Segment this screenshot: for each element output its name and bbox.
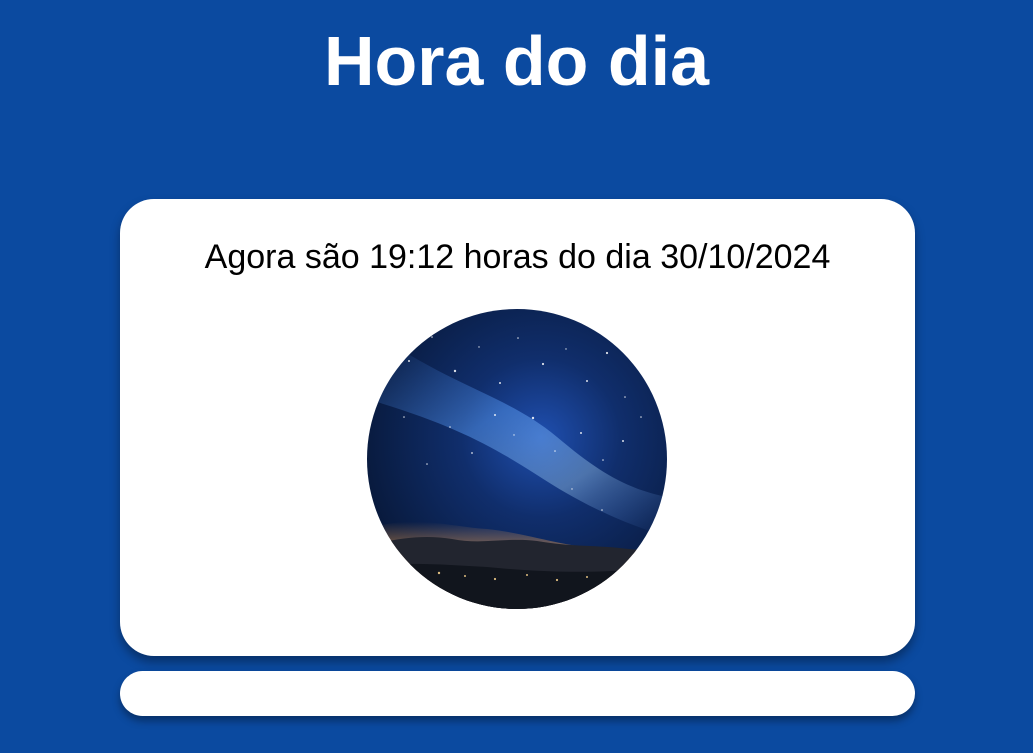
time-message: Agora são 19:12 horas do dia 30/10/2024 xyxy=(204,238,831,276)
page: Hora do dia Agora são 19:12 horas do dia… xyxy=(0,0,1033,753)
footer-bar xyxy=(120,671,915,716)
night-sky-illustration xyxy=(367,309,667,609)
page-title: Hora do dia xyxy=(323,22,710,100)
time-card: Agora são 19:12 horas do dia 30/10/2024 xyxy=(120,199,915,656)
night-sky-image xyxy=(367,309,667,609)
